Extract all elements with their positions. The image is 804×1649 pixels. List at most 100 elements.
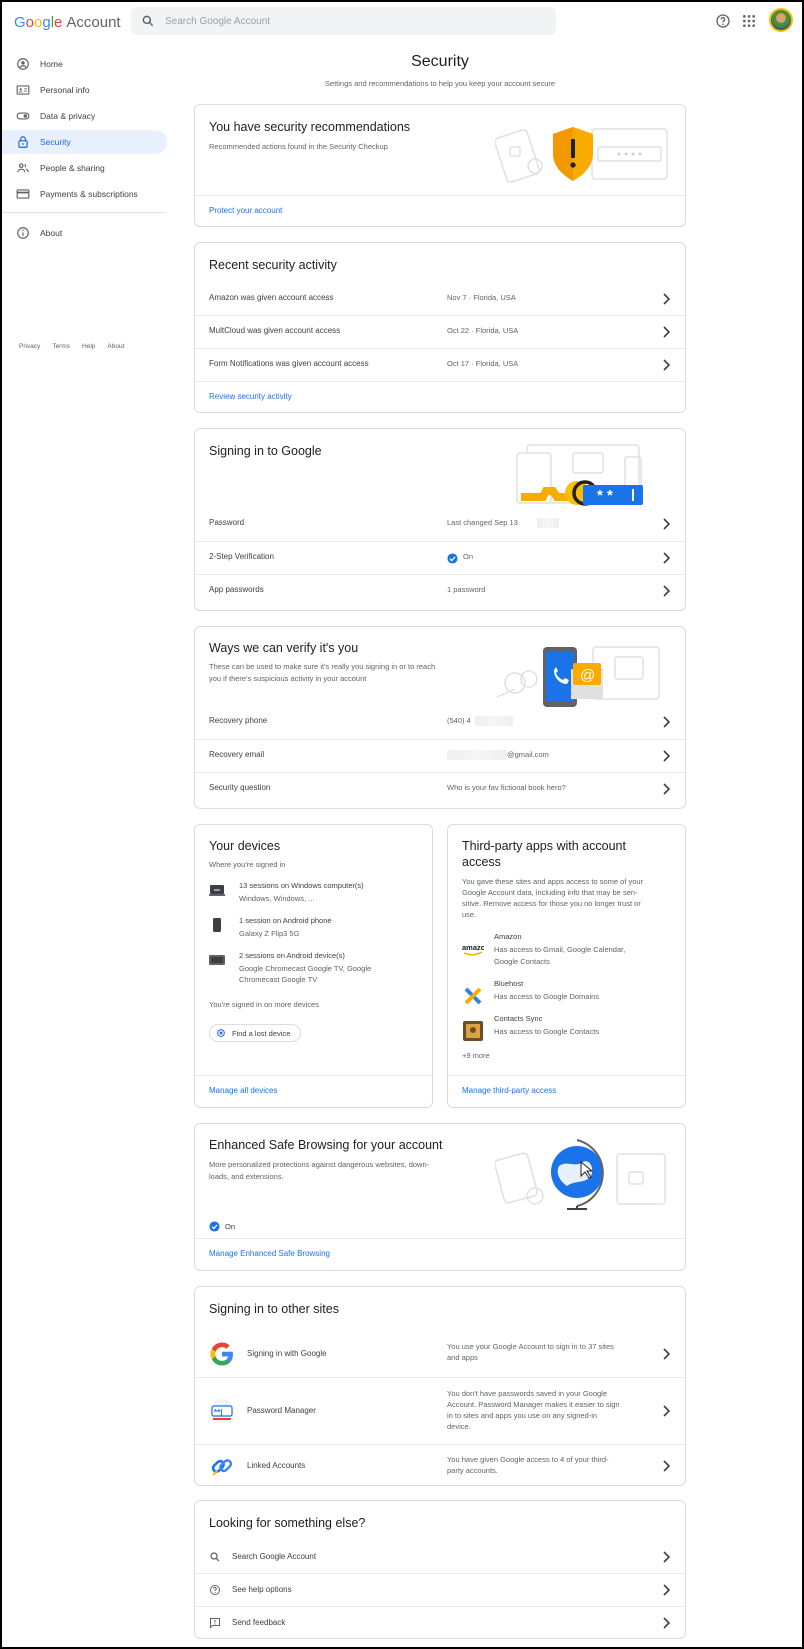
find-lost-device-button[interactable]: Find a lost device	[209, 1024, 302, 1042]
laptop-icon	[209, 885, 225, 896]
card-title: Looking for something else?	[209, 1516, 366, 1530]
app-passwords-count: 1 password	[447, 585, 486, 594]
check-circle-icon	[447, 553, 458, 564]
sidebar-item-label: People & sharing	[40, 163, 105, 173]
device-title: 13 sessions on Windows computer(s)	[239, 881, 364, 890]
security-question-value: Who is your fav fictional book hero?	[447, 783, 566, 792]
help-circle-icon	[210, 1585, 220, 1595]
activity-row[interactable]: Amazon was given account access Nov 7 · …	[195, 283, 685, 315]
top-bar: Google Account	[2, 2, 802, 42]
site-row-detail-line: Account. Password Manager makes it easie…	[447, 1400, 620, 1409]
help-options-row[interactable]: See help options	[195, 1574, 685, 1606]
send-feedback-row[interactable]: Send feedback	[195, 1607, 685, 1638]
sidebar-item-label: Security	[40, 137, 71, 147]
other-sites-card: Signing in to other sites Signing in wit…	[194, 1286, 686, 1486]
svg-text:**|: **|	[214, 1408, 222, 1417]
sidebar-item-about[interactable]: About	[2, 221, 167, 245]
chevron-right-icon	[663, 293, 671, 305]
site-row-detail-line: device.	[447, 1422, 471, 1431]
card-title: Ways we can verify it's you	[209, 641, 359, 655]
google-account-logo[interactable]: Google Account	[14, 14, 121, 31]
help-row-label: See help options	[232, 1585, 292, 1594]
card-description: Recommended actions found in the Securit…	[209, 142, 388, 151]
search-account-row[interactable]: Search Google Account	[195, 1541, 685, 1573]
devices-card: Your devices Where you're signed in 13 s…	[194, 824, 433, 1108]
sidebar-item-people-sharing[interactable]: People & sharing	[2, 156, 167, 180]
redacted-text	[537, 518, 559, 528]
chevron-right-icon	[663, 750, 671, 762]
redacted-text	[447, 750, 507, 760]
card-title: You have security recommendations	[209, 120, 411, 134]
sign-in-with-google-row[interactable]: Signing in with Google You use your Goog…	[195, 1331, 685, 1377]
card-divider	[195, 1238, 685, 1239]
search-bar[interactable]	[131, 7, 556, 35]
device-title: 1 session on Android phone	[239, 916, 332, 925]
manage-safe-browsing-link[interactable]: Manage Enhanced Safe Browsing	[209, 1249, 330, 1258]
amazon-logo-icon: amazon	[462, 943, 484, 956]
chevron-right-icon	[663, 1551, 671, 1563]
site-row-label: Password Manager	[247, 1406, 316, 1415]
apps-grid-icon[interactable]	[741, 13, 757, 29]
check-circle-icon	[209, 1221, 220, 1232]
password-manager-row[interactable]: **| Password Manager You don't have pass…	[195, 1378, 685, 1444]
sidebar-item-payments[interactable]: Payments & subscriptions	[2, 182, 167, 206]
activity-row[interactable]: Form Notifications was given account acc…	[195, 349, 685, 381]
activity-row[interactable]: MultCloud was given account access Oct 2…	[195, 316, 685, 348]
site-row-detail-line: You have given Google access to 4 of you…	[447, 1455, 609, 1464]
card-description-line: loads, and extensions.	[209, 1172, 284, 1181]
bluehost-logo-icon	[464, 987, 482, 1005]
home-account-icon	[17, 58, 29, 70]
safe-browsing-status: On	[225, 1222, 236, 1231]
manage-third-party-link[interactable]: Manage third-party access	[462, 1086, 556, 1095]
search-icon	[142, 15, 154, 27]
help-card: Looking for something else? Search Googl…	[194, 1500, 686, 1639]
google-g-icon	[210, 1342, 233, 1366]
review-activity-link[interactable]: Review security activity	[209, 392, 292, 401]
linked-accounts-row[interactable]: Linked Accounts You have given Google ac…	[195, 1445, 685, 1485]
sidebar-item-data-privacy[interactable]: Data & privacy	[2, 104, 167, 128]
card-divider	[195, 1075, 432, 1076]
more-apps-count[interactable]: +9 more	[462, 1050, 490, 1062]
help-circle-icon[interactable]	[715, 13, 731, 29]
recommendations-card: You have security recommendations Recomm…	[194, 104, 686, 227]
sidebar-item-security[interactable]: Security	[2, 130, 167, 154]
footer-link-about[interactable]: About	[107, 343, 124, 350]
device-detail: Galaxy Z Flip3 5G	[239, 929, 300, 938]
app-passwords-row[interactable]: App passwords 1 password	[195, 575, 685, 607]
recovery-phone-value: (540) 4	[447, 716, 471, 725]
security-question-row[interactable]: Security question Who is your fav fictio…	[195, 773, 685, 805]
footer-link-terms[interactable]: Terms	[52, 343, 70, 350]
password-row[interactable]: Password Last changed Sep 13	[195, 508, 685, 540]
card-title-line: Third-party apps with account	[462, 839, 626, 853]
protect-account-link[interactable]: Protect your account	[209, 206, 282, 215]
people-icon	[17, 163, 29, 173]
help-row-label: Send feedback	[232, 1618, 286, 1627]
footer-link-help[interactable]: Help	[82, 343, 95, 350]
sidebar-item-label: Payments & subscriptions	[40, 189, 138, 199]
two-step-row[interactable]: 2-Step Verification On	[195, 542, 685, 574]
activity-date-location: Nov 7 · Florida, USA	[447, 293, 516, 302]
help-row-label: Search Google Account	[232, 1552, 317, 1561]
recovery-email-value: @gmail.com	[507, 750, 549, 759]
recovery-phone-row[interactable]: Recovery phone (540) 4	[195, 706, 685, 738]
search-input[interactable]	[165, 11, 545, 31]
activity-date-location: Oct 22 · Florida, USA	[447, 326, 519, 335]
site-row-label: Signing in with Google	[247, 1349, 327, 1358]
card-description-line: you if there's suspicious activity in yo…	[209, 674, 367, 683]
footer-link-privacy[interactable]: Privacy	[19, 343, 40, 350]
recovery-email-row[interactable]: Recovery email @gmail.com	[195, 740, 685, 772]
phone-icon	[213, 918, 221, 932]
toggle-icon	[16, 112, 30, 120]
sidebar-item-home[interactable]: Home	[2, 52, 167, 76]
card-title-line: access	[462, 855, 501, 869]
lock-icon	[18, 136, 28, 148]
site-row-detail-line: You use your Google Account to sign in t…	[447, 1342, 614, 1351]
id-card-icon	[16, 85, 30, 95]
card-title: Recent security activity	[209, 258, 337, 272]
sidebar-item-personal-info[interactable]: Personal info	[2, 78, 167, 102]
manage-devices-link[interactable]: Manage all devices	[209, 1086, 277, 1095]
card-title: Enhanced Safe Browsing for your account	[209, 1138, 443, 1152]
two-step-status: On	[463, 552, 474, 561]
find-lost-device-label: Find a lost device	[232, 1028, 291, 1038]
avatar[interactable]	[769, 8, 793, 32]
